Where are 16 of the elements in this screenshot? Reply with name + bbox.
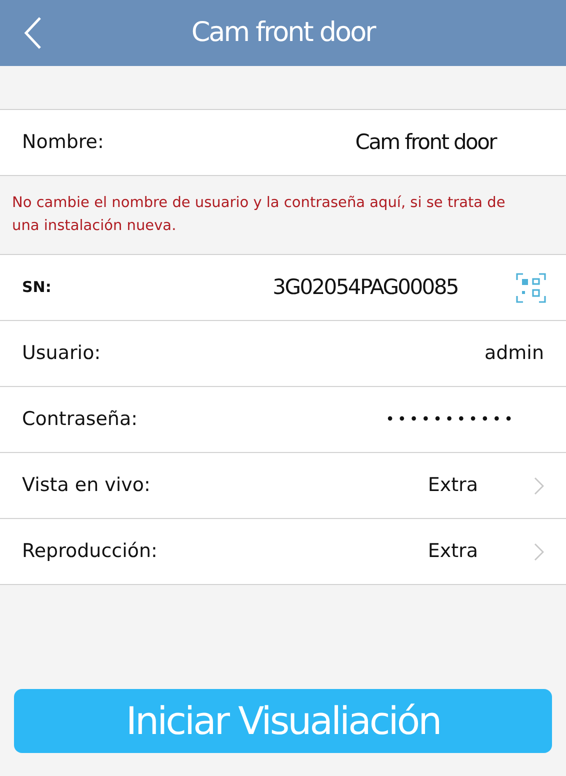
field-label: Contraseña: — [22, 407, 138, 432]
field-label: Usuario: — [22, 341, 101, 366]
field-label: SN: — [22, 277, 52, 298]
field-label: Vista en vivo: — [22, 473, 150, 498]
field-value[interactable]: Extra — [428, 537, 478, 566]
name-value[interactable]: Cam front door — [355, 126, 496, 158]
field-value[interactable]: Extra — [428, 471, 478, 500]
field-label: Nombre: — [22, 130, 104, 156]
chevron-icon — [534, 542, 544, 560]
chevron-icon — [534, 476, 544, 494]
screen-title: Cam front door — [191, 16, 375, 50]
serial-number: 3G02054PAG00085 — [272, 274, 458, 301]
field-value[interactable]: admin — [484, 339, 544, 368]
qr-scan-icon[interactable] — [516, 272, 546, 302]
field-label: Reproducción: — [22, 539, 158, 564]
password-value[interactable]: ••••••••••• — [386, 408, 516, 431]
